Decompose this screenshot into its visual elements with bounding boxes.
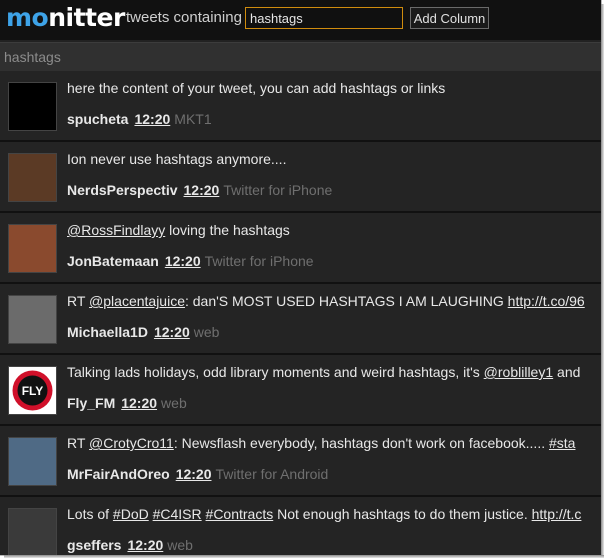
tweet-text: @RossFindlayy loving the hashtags xyxy=(67,222,601,239)
tweet-link[interactable]: @placentajuice xyxy=(89,293,185,309)
tweet-source: Twitter for Android xyxy=(215,466,329,482)
top-bar: monitter tweets containing Add Column xyxy=(0,0,601,40)
tweet-link[interactable]: http://t.co/96 xyxy=(508,293,585,309)
tweet-username[interactable]: Fly_FM xyxy=(67,395,115,411)
tweet-text: Talking lads holidays, odd library momen… xyxy=(67,364,601,381)
tweet-item: here the content of your tweet, you can … xyxy=(0,71,601,142)
tweet-time-link[interactable]: 12:20 xyxy=(121,395,157,411)
tweet-meta: gseffers 12:20 web xyxy=(67,537,193,554)
search-input[interactable] xyxy=(245,7,403,29)
tweet-link[interactable]: #C4ISR xyxy=(153,506,202,522)
tweet-username[interactable]: spucheta xyxy=(67,111,128,127)
tweet-item: FLY Talking lads holidays, odd library mo… xyxy=(0,355,601,426)
tweet-username[interactable]: Michaella1D xyxy=(67,324,148,340)
tweet-source: Twitter for iPhone xyxy=(204,253,314,269)
tweet-item: @RossFindlayy loving the hashtags JonBate… xyxy=(0,213,601,284)
tweet-list: here the content of your tweet, you can … xyxy=(0,71,601,555)
add-column-button[interactable]: Add Column xyxy=(410,7,489,29)
tweet-text-segment: loving the hashtags xyxy=(165,222,290,238)
avatar[interactable] xyxy=(8,437,57,486)
tweet-text: RT @placentajuice: dan'S MOST USED HASHT… xyxy=(67,293,601,310)
tweet-text-segment: Talking lads holidays, odd library momen… xyxy=(67,364,484,380)
tweet-text-segment: : dan'S MOST USED HASHTAGS I AM LAUGHING xyxy=(184,293,508,309)
tweet-meta: MrFairAndOreo 12:20 Twitter for Android xyxy=(67,466,328,483)
tweet-text-segment: Ion never use hashtags anymore.... xyxy=(67,151,287,167)
tweet-text-segment: Lots of xyxy=(67,506,113,522)
tweet-meta: Fly_FM 12:20 web xyxy=(67,395,187,412)
tweet-item: Lots of #DoD #C4ISR #Contracts Not enoug… xyxy=(0,497,601,555)
monitter-logo[interactable]: monitter xyxy=(6,1,125,35)
tweet-source: web xyxy=(167,537,193,553)
tweet-username[interactable]: NerdsPerspectiv xyxy=(67,182,178,198)
column-header: hashtags xyxy=(0,42,601,72)
avatar[interactable] xyxy=(8,82,57,131)
tweet-text-segment: RT xyxy=(67,435,90,451)
tweet-link[interactable]: @roblilley1 xyxy=(484,364,553,380)
tweet-meta: spucheta 12:20 MKT1 xyxy=(67,111,212,128)
avatar[interactable] xyxy=(8,508,57,555)
tweet-text: Ion never use hashtags anymore.... xyxy=(67,151,601,168)
tweet-link[interactable]: @RossFindlayy xyxy=(67,222,165,238)
tweet-meta: JonBatemaan 12:20 Twitter for iPhone xyxy=(67,253,314,270)
tweet-link[interactable]: #Contracts xyxy=(206,506,274,522)
avatar[interactable] xyxy=(8,224,57,273)
tweet-link[interactable]: http://t.c xyxy=(532,506,582,522)
tweet-source: Twitter for iPhone xyxy=(223,182,333,198)
tweet-link[interactable]: @CrotyCro11 xyxy=(89,435,174,451)
tweet-text: here the content of your tweet, you can … xyxy=(67,80,601,97)
avatar[interactable]: FLY xyxy=(8,366,57,415)
tweet-meta: NerdsPerspectiv 12:20 Twitter for iPhone xyxy=(67,182,332,199)
tweet-time-link[interactable]: 12:20 xyxy=(134,111,170,127)
tweet-text-segment: and xyxy=(553,364,581,380)
avatar[interactable] xyxy=(8,295,57,344)
monitter-app: monitter tweets containing Add Column ha… xyxy=(0,0,602,556)
column-title: hashtags xyxy=(4,49,61,65)
tweet-item: RT @CrotyCro11: Newsflash everybody, has… xyxy=(0,426,601,497)
tweet-text-segment: : Newsflash everybody, hashtags don't wo… xyxy=(173,435,549,451)
tweet-time-link[interactable]: 12:20 xyxy=(154,324,190,340)
tweet-username[interactable]: MrFairAndOreo xyxy=(67,466,170,482)
tweet-text: RT @CrotyCro11: Newsflash everybody, has… xyxy=(67,435,601,452)
tweet-text: Lots of #DoD #C4ISR #Contracts Not enoug… xyxy=(67,506,601,523)
tweet-text-segment: here the content of your tweet, you can … xyxy=(67,80,446,96)
tweet-time-link[interactable]: 12:20 xyxy=(184,182,220,198)
tweet-time-link[interactable]: 12:20 xyxy=(127,537,163,553)
tweet-time-link[interactable]: 12:20 xyxy=(176,466,212,482)
tweet-source: web xyxy=(161,395,187,411)
tweet-source: web xyxy=(193,324,220,340)
avatar[interactable] xyxy=(8,153,57,202)
tweet-meta: Michaella1D 12:20 web xyxy=(67,324,219,341)
tweet-source: MKT1 xyxy=(174,111,212,127)
tweet-text-segment: Not enough hashtags to do them justice. xyxy=(273,506,532,522)
tweet-text-segment: RT xyxy=(67,293,90,309)
tweet-item: RT @placentajuice: dan'S MOST USED HASHT… xyxy=(0,284,601,355)
tagline-label: tweets containing xyxy=(126,9,242,26)
svg-text:FLY: FLY xyxy=(22,384,44,398)
tweet-time-link[interactable]: 12:20 xyxy=(165,253,201,269)
tweet-username[interactable]: gseffers xyxy=(67,537,121,553)
tweet-item: Ion never use hashtags anymore.... NerdsP… xyxy=(0,142,601,213)
tweet-link[interactable]: #sta xyxy=(549,435,575,451)
tweet-username[interactable]: JonBatemaan xyxy=(67,253,159,269)
tweet-link[interactable]: #DoD xyxy=(113,506,149,522)
